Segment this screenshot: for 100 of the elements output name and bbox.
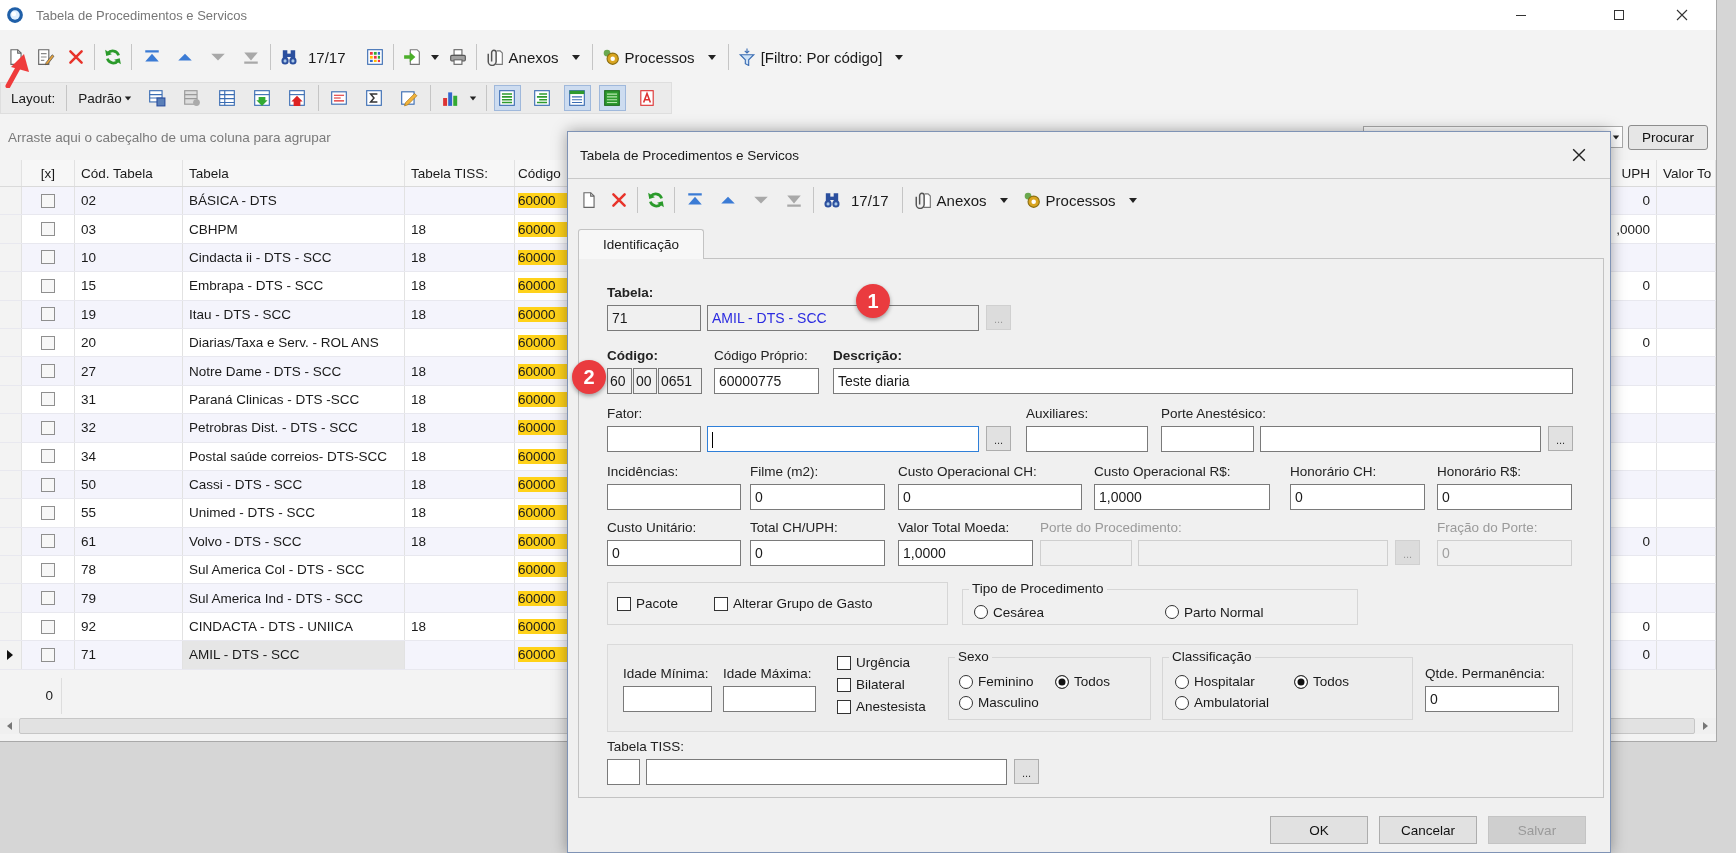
table-cell: 18 <box>411 619 427 635</box>
radio-label: Parto Normal <box>1184 604 1264 620</box>
checkbox[interactable]: Pacote <box>617 596 714 611</box>
table-cell: CINDACTA - DTS - UNIICA <box>183 612 405 641</box>
tab[interactable]: Identificação <box>578 229 704 259</box>
record-counter: 17/17 <box>851 191 889 209</box>
ellipsis-button[interactable]: ... <box>1548 426 1573 451</box>
field-label: Custo Unitário: <box>607 519 697 537</box>
radio-label: Masculino <box>978 695 1039 710</box>
checkbox[interactable]: Bilateral <box>837 677 948 692</box>
table-cell: ,0000 <box>1616 221 1650 237</box>
dialog-button[interactable]: Cancelar <box>1379 816 1477 844</box>
input-field[interactable]: 00 <box>633 368 657 394</box>
menu-button[interactable]: Processos <box>1016 191 1122 209</box>
table-cell: 79 <box>75 584 183 612</box>
field-label: Fração do Porte: <box>1437 519 1538 537</box>
dialog-title: Tabela de Procedimentos e Servicos <box>580 147 800 163</box>
radio-label: Ambulatorial <box>1194 695 1270 710</box>
table-cell: 18 <box>411 221 427 237</box>
table-cell: Petrobras Dist. - DTS - SCC <box>183 414 405 442</box>
dialog-button[interactable]: OK <box>1270 816 1368 844</box>
layout-dropdown[interactable]: Padrão <box>78 90 132 106</box>
summary-value: 0 <box>45 688 53 704</box>
table-cell: 0 <box>1642 619 1650 635</box>
menu-button[interactable]: Processos <box>595 48 701 66</box>
table-cell: 18 <box>411 420 427 436</box>
table-cell: Itau - DTS - SCC <box>183 300 405 328</box>
input-field[interactable]: 0 <box>750 484 885 510</box>
field-label: Tabela: <box>607 284 654 302</box>
column-header[interactable]: Cód. Tabela <box>75 160 183 186</box>
field-label: Custo Operacional CH: <box>898 463 1037 481</box>
table-cell: Embrapa - DTS - SCC <box>183 272 405 300</box>
field-label: Honorário CH: <box>1290 463 1377 481</box>
table-cell: 32 <box>75 414 183 442</box>
input-field[interactable]: 0651 <box>658 368 702 394</box>
table-cell: 0 <box>1642 335 1650 351</box>
table-cell: Sul America Col - DTS - SCC <box>183 556 405 584</box>
input-field[interactable]: 0 <box>750 540 885 566</box>
table-cell: 18 <box>411 278 427 294</box>
column-header[interactable]: Tabela <box>183 160 405 186</box>
table-cell: 0 <box>1642 533 1650 549</box>
input-field[interactable]: Teste diaria <box>833 368 1573 394</box>
table-cell: AMIL - DTS - SCC <box>183 641 405 669</box>
table-cell: Notre Dame - DTS - SCC <box>183 357 405 385</box>
field-label: Auxiliares: <box>1026 405 1089 423</box>
table-cell: 18 <box>411 249 427 265</box>
field-label: Código Próprio: <box>714 347 808 365</box>
table-cell: 31 <box>75 385 183 414</box>
table-cell: 18 <box>411 391 427 407</box>
table-cell: 18 <box>411 306 427 322</box>
input-field[interactable]: 0 <box>898 484 1082 510</box>
group-title: Classificação <box>1169 649 1255 665</box>
toolbar-label: Layout: <box>11 90 56 106</box>
table-cell: 0 <box>1642 647 1650 663</box>
table-cell: 27 <box>75 357 183 385</box>
table-cell: 18 <box>411 363 427 379</box>
input-field[interactable]: 0 <box>1425 686 1559 712</box>
ellipsis-button[interactable]: ... <box>986 426 1011 451</box>
table-cell: Volvo - DTS - SCC <box>183 527 405 556</box>
checkbox[interactable]: Urgência <box>837 655 948 670</box>
input-field[interactable]: 1,0000 <box>1094 484 1270 510</box>
table-cell: 15 <box>75 272 183 300</box>
input-field[interactable]: 0 <box>1437 484 1572 510</box>
table-cell: 92 <box>75 612 183 641</box>
input-field[interactable]: 1,0000 <box>898 540 1033 566</box>
table-cell: Cassi - DTS - SCC <box>183 470 405 499</box>
column-header[interactable]: [x] <box>22 160 75 186</box>
column-header[interactable]: Valor To <box>1657 160 1716 186</box>
table-cell: 19 <box>75 300 183 328</box>
ellipsis-button[interactable]: ... <box>1014 759 1039 784</box>
field-label: Tabela TISS: <box>607 738 685 756</box>
field-label: Porte do Procedimento: <box>1040 519 1182 537</box>
menu-button[interactable]: Anexos <box>479 48 565 66</box>
input-field[interactable]: 0 <box>1290 484 1425 510</box>
table-cell: 03 <box>75 215 183 243</box>
radio-label: Todos <box>1313 674 1350 689</box>
checkbox[interactable]: Anestesista <box>837 699 948 714</box>
menu-button[interactable]: [Filtro: Por código] <box>731 48 889 66</box>
input-field[interactable]: 71 <box>607 305 701 331</box>
menu-button[interactable]: Anexos <box>905 191 993 209</box>
radio-label: Hospitalar <box>1194 674 1255 689</box>
checkbox[interactable]: Alterar Grupo de Gasto <box>714 596 873 611</box>
table-cell: 34 <box>75 442 183 470</box>
input-field[interactable]: 60 <box>607 368 632 394</box>
field-label: Descrição: <box>833 347 903 365</box>
field-label: Honorário R$: <box>1437 463 1522 481</box>
record-counter: 17/17 <box>308 48 346 66</box>
column-header[interactable]: Tabela TISS: <box>405 160 515 186</box>
group-by-hint: Arraste aqui o cabeçalho de uma coluna para agrupar <box>8 129 331 145</box>
table-cell: 10 <box>75 243 183 272</box>
table-cell: Sul America Ind - DTS - SCC <box>183 584 405 612</box>
input-field[interactable]: 60000775 <box>714 368 819 394</box>
radio-label: Feminino <box>978 674 1034 689</box>
table-cell: 18 <box>411 533 427 549</box>
radio-label: Cesárea <box>993 604 1045 620</box>
group-title: Tipo de Procedimento <box>969 581 1107 597</box>
table-cell: 18 <box>411 505 427 521</box>
search-button[interactable]: Procurar <box>1628 124 1708 150</box>
input-field[interactable]: 0 <box>607 540 741 566</box>
field-label: Fator: <box>607 405 643 423</box>
